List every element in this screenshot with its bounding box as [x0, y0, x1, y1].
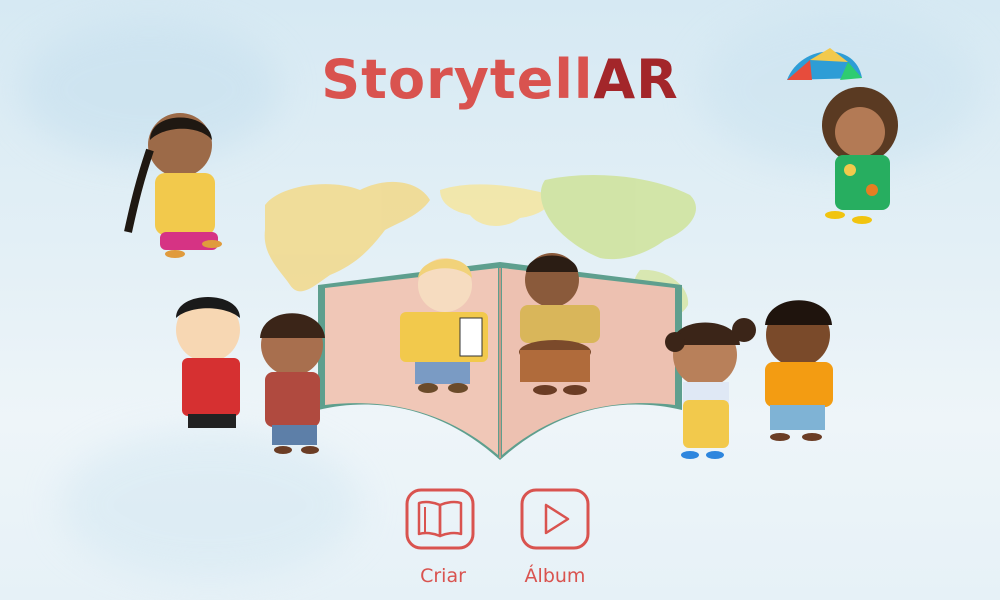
illustration — [124, 48, 898, 460]
play-icon — [520, 488, 590, 550]
album-button[interactable] — [520, 488, 590, 550]
boy-scarf — [260, 313, 325, 454]
album-label[interactable]: Álbum — [495, 565, 615, 587]
open-book-illustration — [318, 262, 682, 460]
create-button[interactable] — [405, 488, 475, 550]
boy-red-jacket — [176, 297, 240, 428]
girl-yellow-dress — [124, 113, 222, 258]
boy-orange-shirt — [765, 300, 833, 441]
create-label[interactable]: Criar — [383, 565, 503, 587]
girl-umbrella — [787, 48, 898, 224]
open-book-icon — [405, 488, 475, 550]
